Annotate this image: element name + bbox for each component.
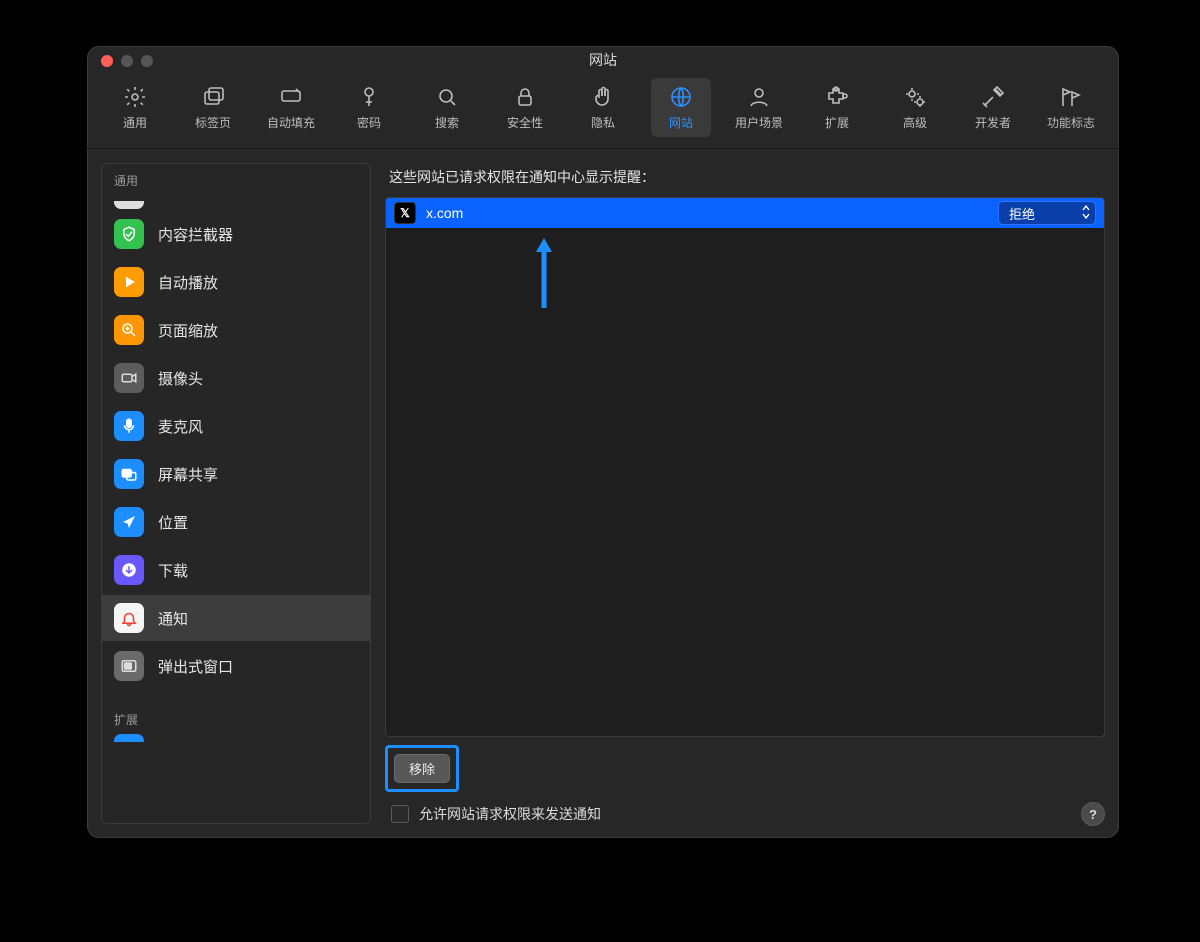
sidebar-item-downloads[interactable]: 下载: [102, 547, 370, 593]
screen-share-icon: [114, 459, 144, 489]
tab-websites[interactable]: 网站: [651, 78, 711, 137]
sidebar-item-label: 内容拦截器: [158, 224, 233, 245]
tab-label: 用户场景: [729, 114, 789, 131]
tab-label: 密码: [339, 114, 399, 131]
site-favicon-x-icon: 𝕏: [394, 202, 416, 224]
sidebar-item-autoplay[interactable]: 自动播放: [102, 259, 370, 305]
panel-description: 这些网站已请求权限在通知中心显示提醒：: [385, 163, 1105, 197]
sidebar-item-label: 下载: [158, 560, 188, 581]
download-icon: [114, 555, 144, 585]
preferences-window: 网站 通用 标签页 自动填充 密码: [87, 46, 1119, 838]
titlebar: 网站: [87, 46, 1119, 76]
allow-request-label: 允许网站请求权限来发送通知: [419, 804, 601, 824]
tab-security[interactable]: 安全性: [495, 78, 555, 137]
chevron-updown-icon: [1081, 204, 1091, 220]
window-title: 网站: [87, 50, 1119, 70]
camera-icon: [114, 363, 144, 393]
sidebar-item-label: 麦克风: [158, 416, 203, 437]
sidebar-item-label: 页面缩放: [158, 320, 218, 341]
tab-label: 隐私: [573, 114, 633, 131]
tab-label: 通用: [105, 114, 165, 131]
search-icon: [417, 82, 477, 112]
tab-extensions[interactable]: 扩展: [807, 78, 867, 137]
sidebar-item-notifications[interactable]: 通知: [102, 595, 370, 641]
allow-request-row[interactable]: 允许网站请求权限来发送通知: [385, 802, 1105, 824]
autofill-icon: [261, 82, 321, 112]
sidebar-item-label: 屏幕共享: [158, 464, 218, 485]
window-icon: [114, 651, 144, 681]
sidebar-item-popups[interactable]: 弹出式窗口: [102, 643, 370, 689]
tab-label: 搜索: [417, 114, 477, 131]
bell-icon: [114, 603, 144, 633]
play-icon: [114, 267, 144, 297]
location-arrow-icon: [114, 507, 144, 537]
tabs-icon: [183, 82, 243, 112]
tools-icon: [963, 82, 1023, 112]
sidebar-section-extensions: 扩展: [102, 703, 370, 732]
preferences-toolbar: 通用 标签页 自动填充 密码 搜索: [87, 76, 1119, 149]
sidebar-item-camera[interactable]: 摄像头: [102, 355, 370, 401]
tab-label: 网站: [651, 114, 711, 131]
shield-check-icon: [114, 219, 144, 249]
sidebar-item-label: 位置: [158, 512, 188, 533]
sidebar-item-clipped-top: [112, 193, 360, 209]
puzzle-icon: [807, 82, 867, 112]
tab-label: 扩展: [807, 114, 867, 131]
flags-icon: [1041, 82, 1101, 112]
permission-value: 拒绝: [1009, 204, 1035, 223]
permission-select[interactable]: 拒绝: [998, 201, 1096, 225]
sidebar-item-page-zoom[interactable]: 页面缩放: [102, 307, 370, 353]
tab-label: 安全性: [495, 114, 555, 131]
gears-icon: [885, 82, 945, 112]
tab-profiles[interactable]: 用户场景: [729, 78, 789, 137]
site-row[interactable]: 𝕏 x.com 拒绝: [386, 198, 1104, 228]
tab-privacy[interactable]: 隐私: [573, 78, 633, 137]
zoom-in-icon: [114, 315, 144, 345]
body: 通用 内容拦截器 自动播放: [87, 149, 1119, 838]
help-button[interactable]: ?: [1081, 802, 1105, 826]
sidebar-item-location[interactable]: 位置: [102, 499, 370, 545]
sidebar-item-label: 通知: [158, 608, 188, 629]
sites-listbox[interactable]: 𝕏 x.com 拒绝: [385, 197, 1105, 737]
sidebar-list[interactable]: 内容拦截器 自动播放 页面缩放: [102, 193, 370, 823]
tab-tabs[interactable]: 标签页: [183, 78, 243, 137]
site-name: x.com: [426, 205, 988, 221]
sidebar-section-general: 通用: [102, 164, 370, 193]
remove-button[interactable]: 移除: [394, 754, 450, 783]
tab-label: 功能标志: [1041, 114, 1101, 131]
tab-feature-flags[interactable]: 功能标志: [1041, 78, 1101, 137]
sidebar-item-content-blockers[interactable]: 内容拦截器: [102, 211, 370, 257]
allow-request-checkbox[interactable]: [391, 805, 409, 823]
tab-label: 开发者: [963, 114, 1023, 131]
sidebar: 通用 内容拦截器 自动播放: [101, 163, 371, 824]
sidebar-item-screen-share[interactable]: 屏幕共享: [102, 451, 370, 497]
gear-icon: [105, 82, 165, 112]
hand-icon: [573, 82, 633, 112]
tab-general[interactable]: 通用: [105, 78, 165, 137]
remove-highlight: 移除: [385, 745, 459, 792]
tab-passwords[interactable]: 密码: [339, 78, 399, 137]
tab-label: 自动填充: [261, 114, 321, 131]
globe-icon: [651, 82, 711, 112]
sidebar-item-label: 弹出式窗口: [158, 656, 233, 677]
person-icon: [729, 82, 789, 112]
key-icon: [339, 82, 399, 112]
help-icon: ?: [1089, 807, 1097, 822]
sidebar-item-label: 自动播放: [158, 272, 218, 293]
sidebar-item-microphone[interactable]: 麦克风: [102, 403, 370, 449]
tab-developer[interactable]: 开发者: [963, 78, 1023, 137]
panel-footer: 移除 允许网站请求权限来发送通知: [385, 737, 1105, 824]
tab-label: 高级: [885, 114, 945, 131]
main-panel: 这些网站已请求权限在通知中心显示提醒： 𝕏 x.com 拒绝: [385, 163, 1105, 824]
sidebar-item-clipped-bottom: [114, 734, 358, 742]
sidebar-item-label: 摄像头: [158, 368, 203, 389]
tab-search[interactable]: 搜索: [417, 78, 477, 137]
tab-autofill[interactable]: 自动填充: [261, 78, 321, 137]
tab-advanced[interactable]: 高级: [885, 78, 945, 137]
lock-icon: [495, 82, 555, 112]
tab-label: 标签页: [183, 114, 243, 131]
microphone-icon: [114, 411, 144, 441]
annotation-arrow-icon: [534, 238, 554, 308]
